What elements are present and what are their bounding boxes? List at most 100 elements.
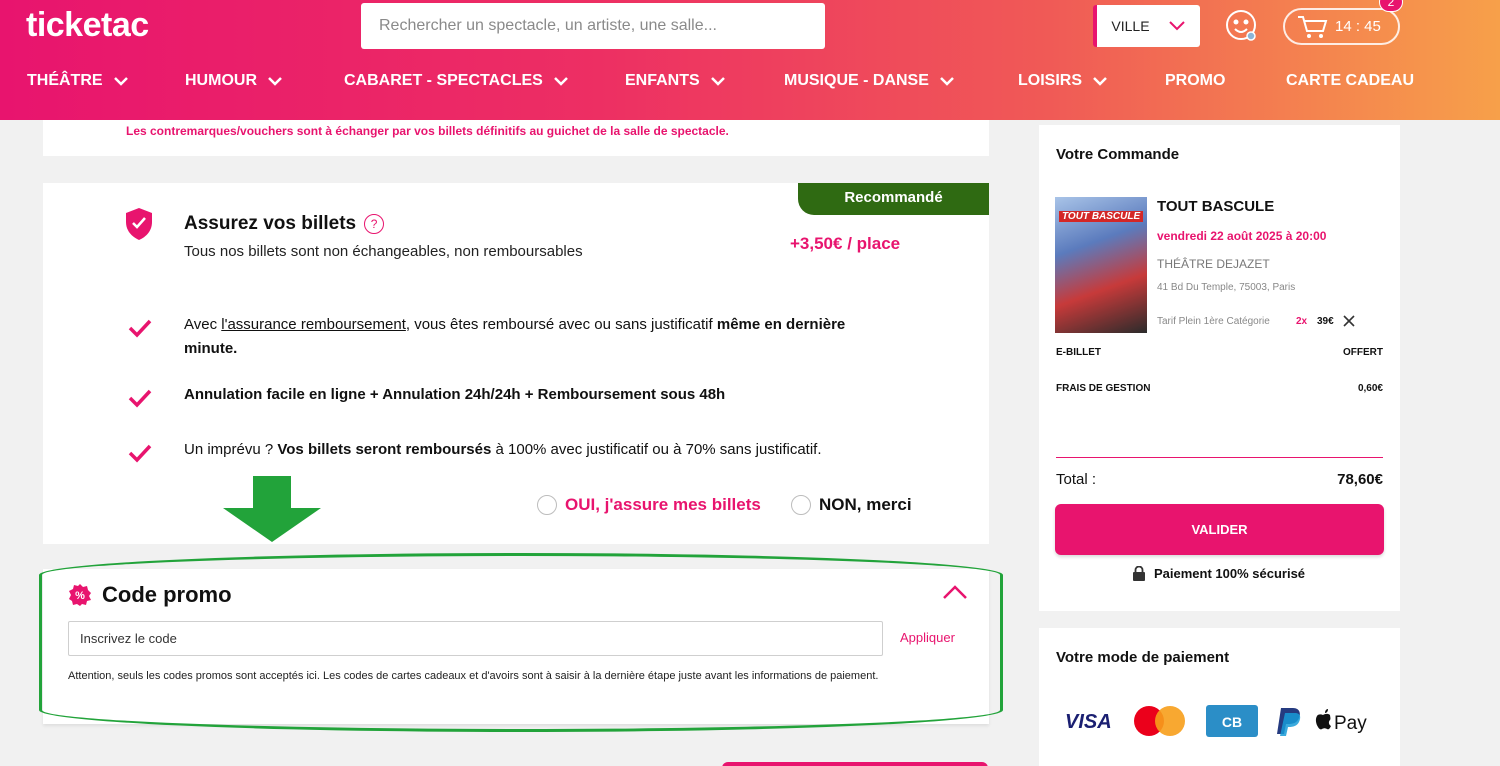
nav-label: CARTE CADEAU xyxy=(1286,72,1414,89)
order-total: Total : 78,60€ xyxy=(1056,471,1383,488)
ticket-quantity: 2x xyxy=(1296,316,1308,327)
insurance-feature-cancel: Annulation facile en ligne + Annulation … xyxy=(184,383,884,407)
insurance-refund-link[interactable]: l'assurance remboursement xyxy=(221,316,406,333)
validate-button[interactable]: VALIDER xyxy=(1055,504,1384,555)
visa-icon: VISA xyxy=(1065,711,1112,733)
payment-logos: VISA CB Pay xyxy=(1065,705,1367,737)
promo-code-card: % Code promo Appliquer Attention, seuls … xyxy=(43,569,989,724)
chevron-down-icon xyxy=(268,77,282,86)
cb-card-icon: CB xyxy=(1206,705,1258,737)
payment-methods-card: Votre mode de paiement VISA CB Pay xyxy=(1039,628,1400,766)
cart-button[interactable]: 14 : 45 xyxy=(1283,8,1400,45)
divider xyxy=(1056,457,1383,458)
show-poster: TOUT BASCULE xyxy=(1055,197,1147,333)
main-nav: THÉÂTRE HUMOUR CABARET - SPECTACLES ENFA… xyxy=(0,72,1500,106)
promo-title-text: Code promo xyxy=(102,582,232,607)
promo-note: Attention, seuls les codes promos sont a… xyxy=(68,670,879,682)
feature-bold-text: Vos billets seront remboursés xyxy=(277,441,492,458)
site-header: ticketac VILLE 14 : 45 2 THÉÂTRE HUMOUR … xyxy=(0,0,1500,120)
next-step-button[interactable] xyxy=(722,762,988,766)
chevron-down-icon xyxy=(113,77,128,86)
cb-text: CB xyxy=(1222,714,1242,730)
insurance-subtitle: Tous nos billets sont non échangeables, … xyxy=(184,243,583,260)
option-no-label: NON, merci xyxy=(819,495,912,514)
feature-text: Un imprévu ? xyxy=(184,441,278,458)
svg-text:%: % xyxy=(75,590,85,602)
row-value: OFFERT xyxy=(1343,347,1383,358)
secure-payment-note: Paiement 100% sécurisé xyxy=(1132,566,1305,581)
checkmark-icon xyxy=(128,319,152,338)
visa-text: VISA xyxy=(1065,711,1112,733)
cart-timer: 14 : 45 xyxy=(1335,18,1381,35)
nav-item-musique[interactable]: MUSIQUE - DANSE xyxy=(784,72,955,90)
nav-item-humour[interactable]: HUMOUR xyxy=(185,72,283,90)
poster-title: TOUT BASCULE xyxy=(1059,211,1144,222)
insurance-feature-refund: Avec l'assurance remboursement, vous ête… xyxy=(184,313,884,361)
option-yes-label: OUI, j'assure mes billets xyxy=(565,495,761,514)
nav-label: HUMOUR xyxy=(185,72,257,89)
shield-check-icon xyxy=(126,208,152,240)
insurance-title-text: Assurez vos billets xyxy=(184,213,357,234)
insurance-price: +3,50€ / place xyxy=(790,234,901,253)
paypal-icon xyxy=(1277,708,1301,736)
chevron-down-icon xyxy=(940,77,954,86)
insurance-feature-unexpected: Un imprévu ? Vos billets seront rembours… xyxy=(184,438,884,462)
insurance-option-no[interactable]: NON, merci xyxy=(791,495,912,515)
city-label: VILLE xyxy=(1111,18,1150,34)
apple-pay-text: Pay xyxy=(1334,713,1367,734)
ticket-tarif: Tarif Plein 1ère Catégorie xyxy=(1157,316,1270,327)
apply-promo-button[interactable]: Appliquer xyxy=(900,630,955,645)
nav-label: CABARET - SPECTACLES xyxy=(344,72,543,89)
nav-item-carte-cadeau[interactable]: CARTE CADEAU xyxy=(1286,72,1414,90)
total-label: Total : xyxy=(1056,471,1097,488)
promo-title[interactable]: % Code promo xyxy=(68,582,232,608)
nav-label: MUSIQUE - DANSE xyxy=(784,72,929,89)
city-selector[interactable]: VILLE xyxy=(1093,5,1200,47)
secure-label: Paiement 100% sécurisé xyxy=(1154,566,1306,581)
checkmark-icon xyxy=(128,389,152,408)
nav-item-theatre[interactable]: THÉÂTRE xyxy=(27,72,129,90)
insurance-title: Assurez vos billets ? xyxy=(184,213,385,235)
arrow-down-icon xyxy=(223,476,321,542)
row-label: FRAIS DE GESTION xyxy=(1056,383,1151,394)
recommended-badge: Recommandé xyxy=(798,183,989,215)
ticket-unit-price: 39€ xyxy=(1317,316,1334,327)
payment-title: Votre mode de paiement xyxy=(1056,649,1230,666)
mastercard-icon xyxy=(1134,706,1185,736)
lock-icon xyxy=(1133,566,1145,581)
account-icon[interactable] xyxy=(1225,9,1259,43)
close-icon[interactable] xyxy=(1343,315,1355,327)
cart-icon xyxy=(1298,15,1328,38)
nav-label: PROMO xyxy=(1165,72,1226,89)
site-logo[interactable]: ticketac xyxy=(26,6,149,45)
nav-item-promo[interactable]: PROMO xyxy=(1165,72,1225,90)
nav-item-cabaret[interactable]: CABARET - SPECTACLES xyxy=(344,72,569,90)
insurance-card: Recommandé Assurez vos billets ? Tous no… xyxy=(43,183,989,544)
order-row-ebillet: E-BILLET OFFERT xyxy=(1056,347,1383,358)
nav-item-enfants[interactable]: ENFANTS xyxy=(625,72,726,90)
order-row-fees: FRAIS DE GESTION 0,60€ xyxy=(1056,383,1383,394)
nav-label: LOISIRS xyxy=(1018,72,1083,89)
nav-label: ENFANTS xyxy=(625,72,700,89)
promo-code-input[interactable] xyxy=(68,621,883,656)
help-icon[interactable]: ? xyxy=(364,214,385,234)
show-title: TOUT BASCULE xyxy=(1157,198,1275,215)
search-input[interactable] xyxy=(379,17,807,35)
insurance-option-yes[interactable]: OUI, j'assure mes billets xyxy=(537,495,761,515)
chevron-down-icon xyxy=(710,77,725,86)
row-label: E-BILLET xyxy=(1056,347,1101,358)
voucher-notice: Les contremarques/vouchers sont à échang… xyxy=(126,124,729,138)
apple-pay-icon: Pay xyxy=(1315,709,1367,734)
voucher-notice-card: Les contremarques/vouchers sont à échang… xyxy=(43,120,989,156)
nav-label: THÉÂTRE xyxy=(27,72,103,89)
chevron-up-icon[interactable] xyxy=(942,584,968,600)
feature-text: à 100% avec justificatif ou à 70% sans j… xyxy=(491,441,822,458)
chevron-down-icon xyxy=(1093,77,1107,86)
show-venue: THÉÂTRE DEJAZET xyxy=(1157,257,1270,271)
radio-button[interactable] xyxy=(791,495,811,515)
search-bar[interactable] xyxy=(361,3,825,49)
radio-button[interactable] xyxy=(537,495,557,515)
feature-text: Avec xyxy=(184,316,222,333)
nav-item-loisirs[interactable]: LOISIRS xyxy=(1018,72,1108,90)
feature-text: , vous êtes remboursé avec ou sans justi… xyxy=(405,316,717,333)
